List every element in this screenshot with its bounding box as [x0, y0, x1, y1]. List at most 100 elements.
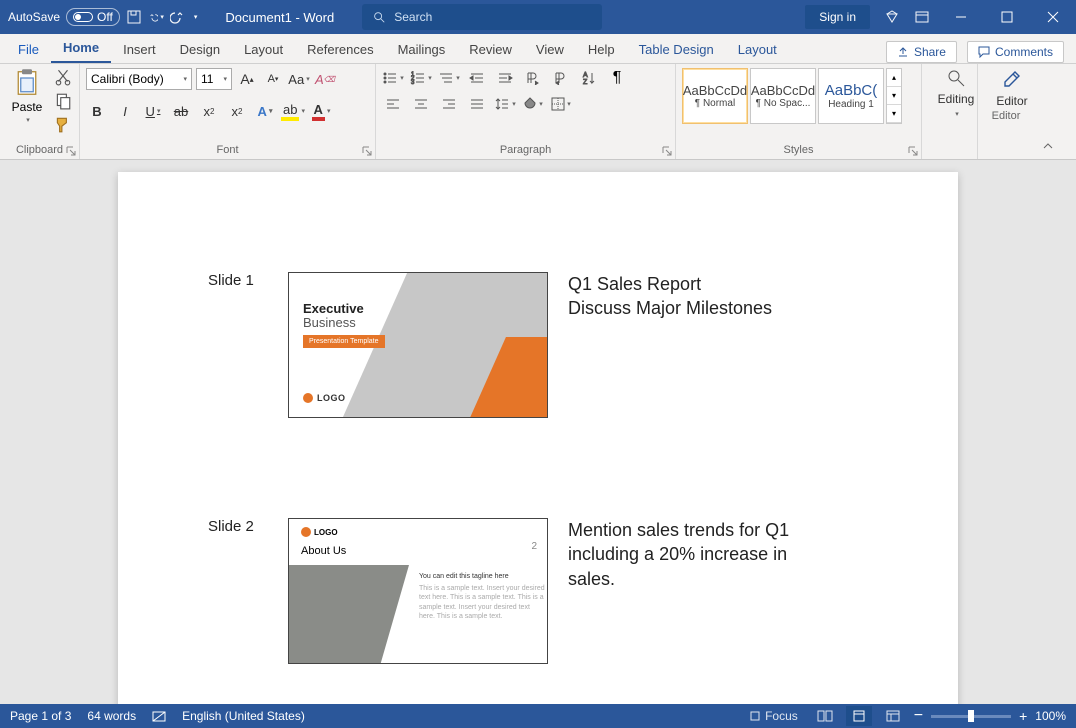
qat-more-icon[interactable]: ▾ [194, 13, 198, 21]
sort-icon[interactable]: AZ [578, 68, 600, 88]
pilcrow-icon[interactable]: ¶ [606, 68, 628, 88]
line-spacing-icon[interactable]: ▾ [494, 94, 516, 114]
tab-design[interactable]: Design [168, 38, 232, 63]
diamond-icon[interactable] [884, 9, 900, 25]
search-placeholder: Search [394, 10, 432, 24]
shading-icon[interactable]: ▾ [522, 94, 544, 114]
change-case-icon[interactable]: Aa▾ [288, 68, 310, 90]
tab-references[interactable]: References [295, 38, 385, 63]
tab-insert[interactable]: Insert [111, 38, 168, 63]
paste-button[interactable]: Paste ▾ [6, 68, 48, 124]
align-right-icon[interactable] [438, 94, 460, 114]
strike-button[interactable]: ab [170, 100, 192, 122]
minimize-button[interactable] [938, 0, 984, 34]
clear-format-icon[interactable]: A⌫ [314, 68, 336, 90]
language[interactable]: English (United States) [182, 709, 305, 723]
cut-icon[interactable] [54, 68, 72, 86]
autosave-toggle[interactable]: Off [66, 8, 120, 26]
align-center-icon[interactable] [410, 94, 432, 114]
grow-font-icon[interactable]: A▴ [236, 68, 258, 90]
indent-right-icon[interactable] [494, 68, 516, 88]
thumb2-image [289, 565, 409, 664]
subscript-button[interactable]: x2 [198, 100, 220, 122]
ltr-icon[interactable] [522, 68, 544, 88]
tab-layout[interactable]: Layout [232, 38, 295, 63]
paragraph-launcher-icon[interactable] [662, 146, 672, 156]
page-info[interactable]: Page 1 of 3 [10, 709, 71, 723]
undo-icon[interactable]: ▾ [148, 9, 164, 25]
highlight-icon[interactable]: ab▾ [282, 100, 304, 122]
share-button[interactable]: Share [886, 41, 957, 63]
styles-launcher-icon[interactable] [908, 146, 918, 156]
svg-text:3: 3 [411, 80, 415, 85]
font-color-icon[interactable]: A▾ [310, 100, 332, 122]
align-left-icon[interactable] [382, 94, 404, 114]
clipboard-label: Clipboard [6, 142, 73, 159]
italic-button[interactable]: I [114, 100, 136, 122]
autosave-label: AutoSave [8, 10, 60, 24]
svg-text:Z: Z [583, 79, 588, 85]
style-normal[interactable]: AaBbCcDd¶ Normal [682, 68, 748, 124]
editor-button[interactable]: Editor [984, 68, 1040, 108]
superscript-button[interactable]: x2 [226, 100, 248, 122]
tab-home[interactable]: Home [51, 36, 111, 63]
multilevel-icon[interactable]: ▾ [438, 68, 460, 88]
slide-thumb-2: LOGO About Us 2 You can edit this taglin… [288, 518, 548, 664]
table-row: Slide 2 LOGO About Us 2 You can edit thi… [208, 518, 898, 664]
slide-note-2: Mention sales trends for Q1 including a … [568, 518, 828, 664]
word-count[interactable]: 64 words [87, 709, 136, 723]
zoom-level[interactable]: 100% [1035, 709, 1066, 723]
document-view[interactable]: Slide 1 Executive Business Presentation … [0, 160, 1076, 704]
thumb1-title1: Executive [303, 301, 364, 316]
editing-button[interactable]: Editing▾ [928, 68, 984, 118]
shrink-font-icon[interactable]: A▾ [262, 68, 284, 90]
text-effects-icon[interactable]: A▾ [254, 100, 276, 122]
font-size-select[interactable]: 11▾ [196, 68, 232, 90]
borders-icon[interactable]: ▾ [550, 94, 572, 114]
clipboard-launcher-icon[interactable] [66, 146, 76, 156]
comments-button[interactable]: Comments [967, 41, 1064, 63]
tab-review[interactable]: Review [457, 38, 524, 63]
focus-button[interactable]: Focus [743, 706, 804, 726]
redo-icon[interactable] [170, 9, 186, 25]
search-input[interactable]: Search [362, 4, 602, 30]
group-editor: Editor Editor [978, 64, 1034, 159]
indent-left-icon[interactable] [466, 68, 488, 88]
format-painter-icon[interactable] [54, 116, 72, 134]
copy-icon[interactable] [54, 92, 72, 110]
sign-in-button[interactable]: Sign in [805, 5, 870, 29]
tab-layout-2[interactable]: Layout [726, 38, 789, 63]
bold-button[interactable]: B [86, 100, 108, 122]
rtl-icon[interactable] [550, 68, 572, 88]
zoom-in-button[interactable]: + [1019, 708, 1027, 724]
title-bar: AutoSave Off ▾ ▾ Document1 - Word Search… [0, 0, 1076, 34]
tab-mailings[interactable]: Mailings [386, 38, 458, 63]
bullets-icon[interactable]: ▾ [382, 68, 404, 88]
tab-view[interactable]: View [524, 38, 576, 63]
print-layout-icon[interactable] [846, 706, 872, 726]
tab-help[interactable]: Help [576, 38, 627, 63]
group-paragraph: ▾ 123▾ ▾ AZ ¶ ▾ ▾ ▾ Paragraph [376, 64, 676, 159]
web-layout-icon[interactable] [880, 706, 906, 726]
style-heading1[interactable]: AaBbC(Heading 1 [818, 68, 884, 124]
underline-button[interactable]: U▾ [142, 100, 164, 122]
page: Slide 1 Executive Business Presentation … [118, 172, 958, 704]
save-icon[interactable] [126, 9, 142, 25]
group-styles: AaBbCcDd¶ Normal AaBbCcDd¶ No Spac... Aa… [676, 64, 922, 159]
proofing-icon[interactable] [152, 709, 166, 723]
close-button[interactable] [1030, 0, 1076, 34]
group-font: Calibri (Body)▾ 11▾ A▴ A▾ Aa▾ A⌫ B I U▾ … [80, 64, 376, 159]
maximize-button[interactable] [984, 0, 1030, 34]
font-launcher-icon[interactable] [362, 146, 372, 156]
zoom-out-button[interactable]: − [914, 707, 923, 725]
styles-gallery-nav[interactable]: ▴▾▾ [886, 68, 902, 124]
zoom-slider[interactable] [931, 715, 1011, 718]
read-mode-icon[interactable] [812, 706, 838, 726]
style-nospacing[interactable]: AaBbCcDd¶ No Spac... [750, 68, 816, 124]
numbering-icon[interactable]: 123▾ [410, 68, 432, 88]
file-tab[interactable]: File [6, 38, 51, 63]
font-name-select[interactable]: Calibri (Body)▾ [86, 68, 192, 90]
justify-icon[interactable] [466, 94, 488, 114]
ribbon-display-icon[interactable] [914, 9, 930, 25]
tab-table-design[interactable]: Table Design [627, 38, 726, 63]
